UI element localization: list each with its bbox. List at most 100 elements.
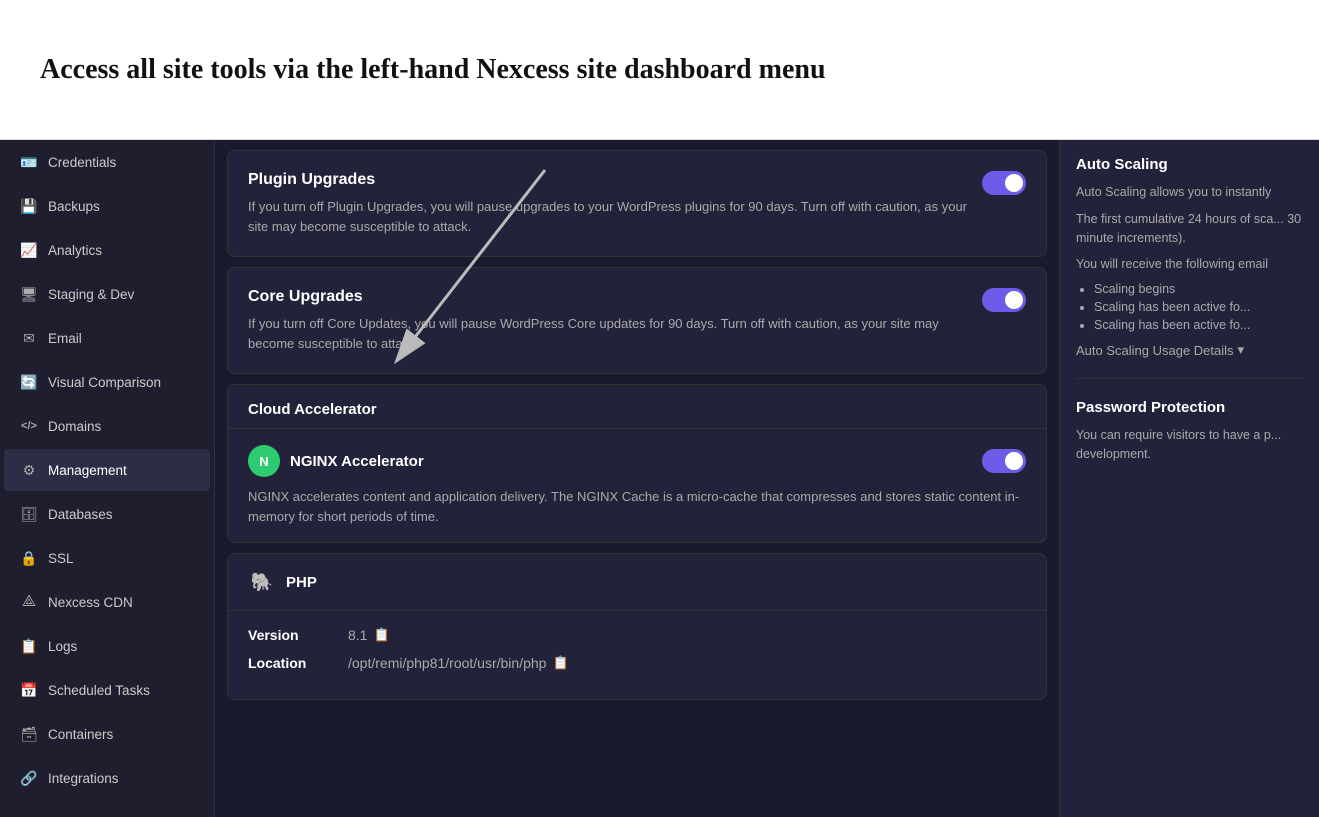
sidebar-label-staging: Staging & Dev xyxy=(48,287,134,302)
ssl-icon: 🔒 xyxy=(20,549,38,567)
management-icon: ⚙ xyxy=(20,461,38,479)
core-upgrades-toggle[interactable] xyxy=(982,288,1026,312)
sidebar-item-containers[interactable]: 🗃 Containers xyxy=(4,713,210,755)
core-upgrades-row: Core Upgrades If you turn off Core Updat… xyxy=(248,288,1026,353)
auto-scaling-desc3: You will receive the following email xyxy=(1076,255,1303,274)
auto-scaling-desc1: Auto Scaling allows you to instantly xyxy=(1076,183,1303,202)
sidebar-item-staging-dev[interactable]: 🖥 Staging & Dev xyxy=(4,273,210,315)
scheduled-tasks-icon: 📅 xyxy=(20,681,38,699)
sidebar-item-credentials[interactable]: 🪪 Credentials xyxy=(4,141,210,183)
cloud-accelerator-title: Cloud Accelerator xyxy=(248,401,377,418)
databases-icon: 🗄 xyxy=(20,505,38,523)
php-version-row: Version 8.1 📋 xyxy=(248,627,1026,643)
content-wrapper: Plugin Upgrades If you turn off Plugin U… xyxy=(215,140,1319,817)
plugin-upgrades-title: Plugin Upgrades xyxy=(248,171,972,189)
php-block: 🐘 PHP Version 8.1 📋 Location /op xyxy=(227,553,1047,700)
sidebar-label-ssl: SSL xyxy=(48,551,74,566)
sidebar-item-nexcess-cdn[interactable]: ⟁ Nexcess CDN xyxy=(4,581,210,623)
backups-icon: 💾 xyxy=(20,197,38,215)
sidebar-label-containers: Containers xyxy=(48,727,113,742)
sidebar-label-databases: Databases xyxy=(48,507,113,522)
auto-scaling-section: Auto Scaling Auto Scaling allows you to … xyxy=(1076,156,1303,379)
sidebar-label-management: Management xyxy=(48,463,127,478)
sidebar-item-domains[interactable]: </> Domains xyxy=(4,405,210,447)
banner-title: Access all site tools via the left-hand … xyxy=(40,54,826,86)
php-location-label: Location xyxy=(248,655,328,671)
sidebar-item-email[interactable]: ✉ Email xyxy=(4,317,210,359)
domains-icon: </> xyxy=(20,417,38,435)
php-version-value: 8.1 📋 xyxy=(348,627,390,643)
plugin-upgrades-row: Plugin Upgrades If you turn off Plugin U… xyxy=(248,171,1026,236)
sidebar-item-show-less[interactable]: ^ Show Less xyxy=(4,809,210,817)
scaling-list-item-3: Scaling has been active fo... xyxy=(1094,318,1303,332)
sidebar-item-databases[interactable]: 🗄 Databases xyxy=(4,493,210,535)
sidebar-item-integrations[interactable]: 🔗 Integrations xyxy=(4,757,210,799)
php-body: Version 8.1 📋 Location /opt/remi/php81/r… xyxy=(228,611,1046,699)
top-banner: Access all site tools via the left-hand … xyxy=(0,0,1319,140)
core-upgrades-block: Core Upgrades If you turn off Core Updat… xyxy=(227,267,1047,374)
sidebar-item-logs[interactable]: 📋 Logs xyxy=(4,625,210,667)
visual-comparison-icon: 🔄 xyxy=(20,373,38,391)
nexcess-cdn-icon: ⟁ xyxy=(20,593,38,611)
php-title: PHP xyxy=(286,574,317,591)
sidebar-item-management[interactable]: ⚙ Management xyxy=(4,449,210,491)
analytics-icon: 📈 xyxy=(20,241,38,259)
plugin-upgrades-text: Plugin Upgrades If you turn off Plugin U… xyxy=(248,171,972,236)
sidebar-label-nexcess-cdn: Nexcess CDN xyxy=(48,595,133,610)
integrations-icon: 🔗 xyxy=(20,769,38,787)
cloud-accelerator-header: Cloud Accelerator xyxy=(227,384,1047,429)
sidebar-label-scheduled-tasks: Scheduled Tasks xyxy=(48,683,150,698)
containers-icon: 🗃 xyxy=(20,725,38,743)
main-area: 🪪 Credentials 💾 Backups 📈 Analytics 🖥 St… xyxy=(0,140,1319,817)
logs-icon: 📋 xyxy=(20,637,38,655)
core-upgrades-title: Core Upgrades xyxy=(248,288,972,306)
php-location-value: /opt/remi/php81/root/usr/bin/php 📋 xyxy=(348,655,569,671)
arrow-area: Plugin Upgrades If you turn off Plugin U… xyxy=(215,150,1059,374)
sidebar-label-credentials: Credentials xyxy=(48,155,116,170)
sidebar-item-scheduled-tasks[interactable]: 📅 Scheduled Tasks xyxy=(4,669,210,711)
password-protection-title: Password Protection xyxy=(1076,399,1303,416)
plugin-upgrades-toggle[interactable] xyxy=(982,171,1026,195)
auto-scaling-link-label: Auto Scaling Usage Details xyxy=(1076,343,1234,358)
sidebar-label-analytics: Analytics xyxy=(48,243,102,258)
scaling-list-item-2: Scaling has been active fo... xyxy=(1094,300,1303,314)
email-icon: ✉ xyxy=(20,329,38,347)
php-header: 🐘 PHP xyxy=(228,554,1046,611)
nginx-logo-icon: N xyxy=(248,445,280,477)
sidebar-label-visual-comparison: Visual Comparison xyxy=(48,375,161,390)
password-protection-desc: You can require visitors to have a p... … xyxy=(1076,426,1303,464)
nginx-icon-label: N xyxy=(259,454,268,469)
php-location-copy-icon[interactable]: 📋 xyxy=(552,655,568,671)
sidebar-label-logs: Logs xyxy=(48,639,77,654)
sidebar-item-backups[interactable]: 💾 Backups xyxy=(4,185,210,227)
nginx-accelerator-desc: NGINX accelerates content and applicatio… xyxy=(248,487,1026,526)
core-upgrades-desc: If you turn off Core Updates, you will p… xyxy=(248,314,972,353)
sidebar-item-ssl[interactable]: 🔒 SSL xyxy=(4,537,210,579)
nginx-title-area: N NGINX Accelerator xyxy=(248,445,424,477)
plugin-upgrades-desc: If you turn off Plugin Upgrades, you wil… xyxy=(248,197,972,236)
sidebar-label-email: Email xyxy=(48,331,82,346)
sidebar-label-domains: Domains xyxy=(48,419,101,434)
plugin-upgrades-block: Plugin Upgrades If you turn off Plugin U… xyxy=(227,150,1047,257)
credentials-icon: 🪪 xyxy=(20,153,38,171)
php-version-label: Version xyxy=(248,627,328,643)
nginx-header-row: N NGINX Accelerator xyxy=(248,445,1026,477)
chevron-down-icon: ▾ xyxy=(1238,342,1245,358)
php-location-row: Location /opt/remi/php81/root/usr/bin/ph… xyxy=(248,655,1026,671)
sidebar: 🪪 Credentials 💾 Backups 📈 Analytics 🖥 St… xyxy=(0,140,215,817)
auto-scaling-title: Auto Scaling xyxy=(1076,156,1303,173)
auto-scaling-desc2: The first cumulative 24 hours of sca... … xyxy=(1076,210,1303,248)
sidebar-item-visual-comparison[interactable]: 🔄 Visual Comparison xyxy=(4,361,210,403)
sidebar-item-analytics[interactable]: 📈 Analytics xyxy=(4,229,210,271)
nginx-accelerator-block: N NGINX Accelerator NGINX accelerates co… xyxy=(227,429,1047,543)
php-version-copy-icon[interactable]: 📋 xyxy=(373,627,389,643)
sidebar-label-backups: Backups xyxy=(48,199,100,214)
nginx-accelerator-toggle[interactable] xyxy=(982,449,1026,473)
auto-scaling-usage-link[interactable]: Auto Scaling Usage Details ▾ xyxy=(1076,342,1303,358)
nginx-accelerator-title: NGINX Accelerator xyxy=(290,453,424,470)
staging-icon: 🖥 xyxy=(20,285,38,303)
right-panel: Auto Scaling Auto Scaling allows you to … xyxy=(1059,140,1319,817)
php-elephant-icon: 🐘 xyxy=(248,568,276,596)
scaling-list-item-1: Scaling begins xyxy=(1094,282,1303,296)
sidebar-label-integrations: Integrations xyxy=(48,771,119,786)
